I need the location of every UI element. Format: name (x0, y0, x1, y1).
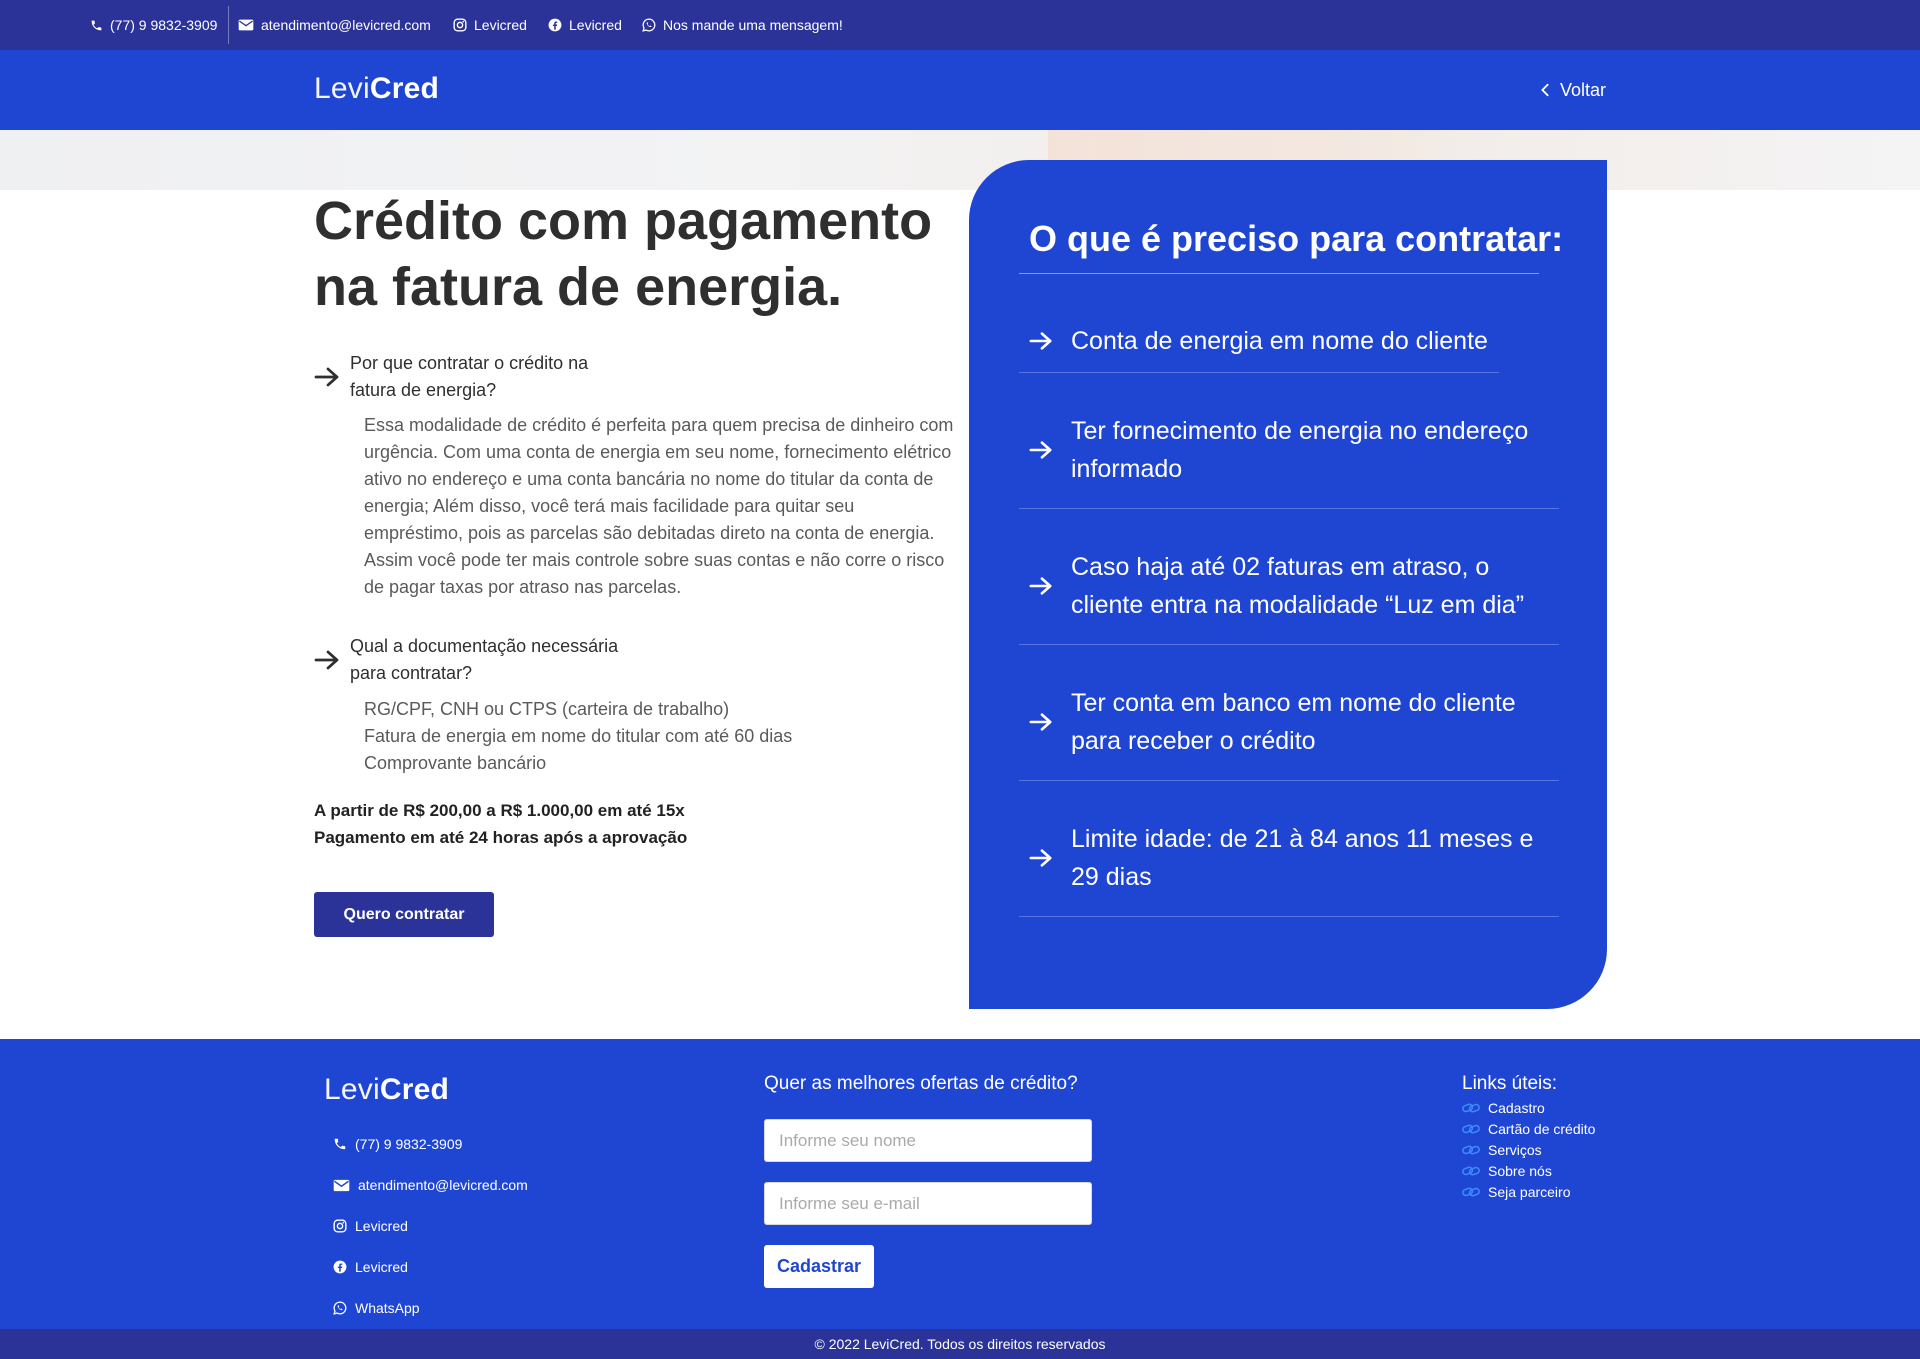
document-item: Fatura de energia em nome do titular com… (364, 726, 793, 746)
phone-icon (90, 19, 103, 32)
footer-link-label: Seja parceiro (1488, 1184, 1571, 1200)
arrow-right-icon (1019, 576, 1071, 596)
arrow-right-icon (1019, 440, 1071, 460)
footer-whatsapp-text: WhatsApp (355, 1300, 420, 1316)
link-icon (1462, 1123, 1480, 1135)
requirement-text: Caso haja até 02 faturas em atraso, o cl… (1071, 553, 1525, 619)
faq-question-docs-text: Qual a documentação necessária para cont… (350, 636, 619, 683)
footer-phone[interactable]: (77) 9 9832-3909 (333, 1136, 462, 1152)
requirement-text: Conta de energia em nome do cliente (1071, 327, 1488, 355)
topbar-email-text: atendimento@levicred.com (261, 17, 431, 33)
facebook-icon (333, 1260, 347, 1274)
instagram-icon (453, 18, 467, 32)
requirement-item: Limite idade: de 21 à 84 anos 11 meses e… (1019, 800, 1559, 917)
footer-instagram[interactable]: Levicred (333, 1218, 408, 1234)
requirement-text: Ter conta em banco em nome do cliente pa… (1071, 689, 1516, 755)
arrow-right-icon (1019, 331, 1071, 351)
logo-part-light: Levi (324, 1073, 380, 1106)
topbar-whatsapp-text: Nos mande uma mensagem! (663, 17, 843, 33)
back-label: Voltar (1559, 79, 1606, 100)
requirement-item: Conta de energia em nome do cliente (1019, 310, 1499, 373)
site-footer: LeviCred (77) 9 9832-3909 atendimento@le… (0, 1039, 1920, 1329)
footer-link-cartao[interactable]: Cartão de crédito (1462, 1121, 1595, 1137)
arrow-right-icon (1019, 848, 1071, 868)
footer-instagram-text: Levicred (355, 1218, 408, 1234)
footer-email-text: atendimento@levicred.com (358, 1177, 528, 1193)
footer-link-label: Cartão de crédito (1488, 1121, 1596, 1137)
topbar-phone[interactable]: (77) 9 9832-3909 (90, 0, 217, 50)
requirement-text: Ter fornecimento de energia no endereço … (1071, 417, 1529, 483)
topbar-instagram-text: Levicred (474, 17, 527, 33)
footer-email[interactable]: atendimento@levicred.com (333, 1177, 528, 1193)
footer-facebook-text: Levicred (355, 1259, 408, 1275)
requirement-text: Limite idade: de 21 à 84 anos 11 meses e… (1071, 825, 1534, 891)
footer-link-label: Sobre nós (1488, 1163, 1552, 1179)
mail-icon (333, 1179, 350, 1192)
link-icon (1462, 1144, 1480, 1156)
footer-link-label: Cadastro (1488, 1100, 1545, 1116)
topbar-whatsapp[interactable]: Nos mande uma mensagem! (642, 0, 843, 50)
whatsapp-icon (642, 18, 656, 32)
phone-icon (333, 1137, 347, 1151)
useful-links-heading: Links úteis: (1462, 1073, 1558, 1094)
arrow-right-icon (314, 367, 340, 387)
footer-link-parceiro[interactable]: Seja parceiro (1462, 1184, 1571, 1200)
logo-part-bold: Cred (379, 1073, 449, 1106)
logo-part-bold: Cred (369, 72, 439, 105)
hero-background-image (0, 130, 1920, 190)
site-logo[interactable]: LeviCred (314, 72, 439, 106)
back-button[interactable]: Voltar (1540, 50, 1606, 130)
top-contact-bar: (77) 9 9832-3909 atendimento@levicred.co… (0, 0, 1920, 50)
footer-phone-text: (77) 9 9832-3909 (355, 1136, 463, 1152)
link-icon (1462, 1165, 1480, 1177)
topbar-facebook-text: Levicred (569, 17, 622, 33)
faq-question-why: Por que contratar o crédito na fatura de… (314, 350, 630, 404)
instagram-icon (333, 1219, 347, 1233)
chevron-left-icon (1540, 83, 1550, 97)
main-navbar: LeviCred Voltar (0, 50, 1920, 130)
footer-link-sobre[interactable]: Sobre nós (1462, 1163, 1552, 1179)
faq-answer-why: Essa modalidade de crédito é perfeita pa… (364, 415, 954, 597)
requirements-title: O que é preciso para contratar: (1029, 218, 1564, 259)
faq-question-why-text: Por que contratar o crédito na fatura de… (350, 353, 589, 400)
document-item: Comprovante bancário (364, 753, 547, 773)
documents-list: RG/CPF, CNH ou CTPS (carteira de trabalh… (364, 696, 954, 777)
footer-link-label: Serviços (1488, 1142, 1542, 1158)
link-icon (1462, 1102, 1480, 1114)
page-title: Crédito com pagamento na fatura de energ… (314, 191, 933, 317)
topbar-phone-text: (77) 9 9832-3909 (110, 17, 218, 33)
newsletter-submit-button[interactable]: Cadastrar (764, 1245, 874, 1288)
link-icon (1462, 1186, 1480, 1198)
mail-icon (238, 19, 254, 31)
newsletter-heading: Quer as melhores ofertas de crédito? (764, 1073, 1078, 1094)
footer-logo[interactable]: LeviCred (324, 1073, 449, 1107)
arrow-right-icon (314, 650, 340, 670)
faq-question-docs: Qual a documentação necessária para cont… (314, 633, 630, 687)
requirement-item: Caso haja até 02 faturas em atraso, o cl… (1019, 528, 1559, 645)
topbar-email[interactable]: atendimento@levicred.com (238, 0, 431, 50)
facebook-icon (548, 18, 562, 32)
copyright-text: © 2022 LeviCred. Todos os direitos reser… (814, 1336, 1106, 1352)
copyright-bar: © 2022 LeviCred. Todos os direitos reser… (0, 1329, 1920, 1359)
newsletter-email-input[interactable] (764, 1182, 1092, 1225)
footer-whatsapp[interactable]: WhatsApp (333, 1300, 420, 1316)
newsletter-name-input[interactable] (764, 1119, 1092, 1162)
footer-link-cadastro[interactable]: Cadastro (1462, 1100, 1545, 1116)
document-item: RG/CPF, CNH ou CTPS (carteira de trabalh… (364, 699, 730, 719)
footer-facebook[interactable]: Levicred (333, 1259, 408, 1275)
topbar-divider (228, 6, 229, 44)
requirement-item: Ter fornecimento de energia no endereço … (1019, 392, 1559, 509)
requirements-title-divider (1019, 273, 1539, 274)
requirements-card: O que é preciso para contratar: Conta de… (969, 160, 1607, 1009)
footer-link-servicos[interactable]: Serviços (1462, 1142, 1542, 1158)
arrow-right-icon (1019, 712, 1071, 732)
payment-time-text: Pagamento em até 24 horas após a aprovaç… (314, 828, 688, 847)
requirement-item: Ter conta em banco em nome do cliente pa… (1019, 664, 1559, 781)
contract-button[interactable]: Quero contratar (314, 892, 494, 937)
topbar-instagram[interactable]: Levicred (453, 0, 527, 50)
whatsapp-icon (333, 1301, 347, 1315)
credit-range-text: A partir de R$ 200,00 a R$ 1.000,00 em a… (314, 801, 685, 820)
topbar-facebook[interactable]: Levicred (548, 0, 622, 50)
logo-part-light: Levi (314, 72, 370, 105)
